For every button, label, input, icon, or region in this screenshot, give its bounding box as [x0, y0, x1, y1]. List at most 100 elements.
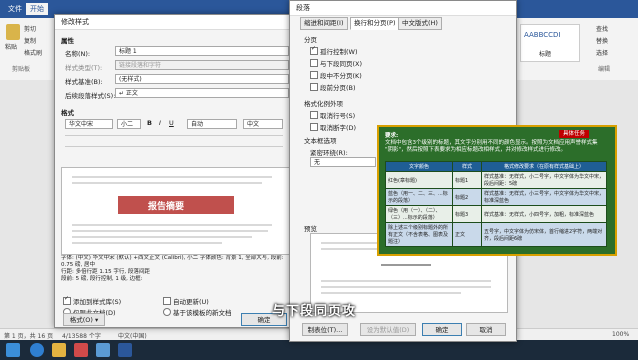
edge-icon[interactable] — [30, 343, 44, 357]
italic-button[interactable]: I — [159, 119, 161, 127]
style-preview: 报告摘要 — [61, 167, 291, 255]
following-style-select[interactable]: ↵ 正文 — [115, 88, 289, 98]
cell: 五号字，中文字体为仿宋体，首行缩进2字符，两端对齐，段后间距6磅 — [481, 222, 607, 247]
name-input[interactable]: 标题 1 — [115, 46, 289, 56]
header-style: 样式 — [452, 161, 482, 172]
name-label: 名称(N): — [65, 50, 91, 58]
cell: 除上述三个级别标题外的所有正文（不含表格、图表及题注） — [385, 222, 453, 247]
tab-line-page-breaks[interactable]: 换行和分页(P) — [350, 17, 400, 30]
cell: 标题3 — [452, 205, 482, 223]
cell: 标题2 — [452, 188, 482, 206]
zoom-level[interactable]: 100% — [612, 331, 629, 338]
paste-icon[interactable] — [6, 24, 20, 40]
taskbar — [0, 340, 638, 360]
format-menu-button[interactable]: 格式(O) ▾ — [63, 313, 105, 326]
cut-button[interactable]: 剪切 — [24, 24, 36, 33]
preview-line — [72, 242, 222, 244]
cell: 样式基准：无样式，小二号字，中文字体为华文中宋，段后间距：5磅 — [481, 171, 607, 189]
widow-control-checkbox[interactable] — [310, 45, 318, 55]
preview-line — [321, 292, 461, 294]
page-break-before-checkbox[interactable] — [310, 83, 318, 91]
paste-button[interactable]: 粘贴 — [5, 42, 17, 51]
type-label: 样式类型(T): — [65, 64, 103, 72]
dont-hyphenate-checkbox[interactable] — [310, 123, 318, 131]
add-to-gallery-checkbox[interactable] — [63, 295, 71, 305]
style-gallery[interactable]: AABBCCDI 标题 — [520, 24, 580, 62]
type-select: 链接段落和字符 — [115, 60, 289, 70]
header-requirement: 格式修改要求（在原有样式基础上） — [481, 161, 607, 172]
app-icon[interactable] — [74, 343, 88, 357]
set-default-button[interactable]: 设为默认值(D) — [360, 323, 416, 336]
folder-icon[interactable] — [52, 343, 66, 357]
style-description: 字体: (中文) 华文中宋 (默认) +西文正文 (Calibri), 小二 字… — [61, 255, 284, 282]
textbox-options-heading: 文本框选项 — [304, 137, 337, 145]
tab-indent-spacing[interactable]: 缩进和间距(I) — [300, 17, 348, 30]
widow-control-label: 孤行控制(W) — [320, 48, 358, 56]
page-count[interactable]: 第 1 页，共 16 页 — [4, 331, 53, 340]
based-on-select[interactable]: (无样式) — [115, 74, 289, 84]
keep-with-next-checkbox[interactable] — [310, 59, 318, 67]
pagination-heading: 分页 — [304, 36, 317, 44]
underline-button[interactable]: U — [169, 119, 174, 127]
style-sample: AABBCCDI — [524, 31, 561, 39]
tab-home[interactable]: 开始 — [26, 3, 48, 15]
cell: 红色(章标题) — [385, 171, 453, 189]
preview-line — [72, 230, 268, 232]
task-badge: 具体任务 — [559, 130, 590, 138]
tab-asian-typography[interactable]: 中文版式(H) — [398, 17, 442, 30]
formatting-exceptions-heading: 格式化例外项 — [304, 100, 343, 108]
bold-button[interactable]: B — [147, 119, 152, 127]
alignment-toolbar[interactable] — [65, 135, 283, 147]
language-status[interactable]: 中文(中国) — [118, 331, 147, 340]
tabs-button[interactable]: 制表位(T)... — [302, 323, 348, 336]
word-icon[interactable] — [118, 343, 132, 357]
table-row: 除上述三个级别标题外的所有正文（不含表格、图表及题注） 正文 五号字，中文字体为… — [385, 222, 607, 247]
preview-line — [381, 264, 431, 266]
suppress-line-numbers-checkbox[interactable] — [310, 111, 318, 119]
color-select[interactable]: 自动 — [187, 119, 237, 129]
requirement-panel: 要求: 具体任务 文档中包含3个级别的标题，其文字分别用不同的颜色显示。按照为文… — [377, 125, 617, 256]
copy-button[interactable]: 复制 — [24, 36, 36, 45]
new-doc-label: 基于该模板的新文档 — [173, 309, 232, 317]
format-heading: 格式 — [61, 109, 74, 117]
find-button[interactable]: 查找 — [596, 24, 608, 33]
auto-update-label: 自动更新(U) — [173, 298, 209, 306]
start-icon[interactable] — [6, 343, 20, 357]
tight-wrap-select[interactable]: 无 — [310, 157, 376, 167]
cancel-button[interactable]: 取消 — [466, 323, 506, 336]
cell: 蓝色（用一、二、三、...标示的段落） — [385, 188, 453, 206]
word-count[interactable]: 4/13588 个字 — [62, 331, 101, 340]
new-doc-radio[interactable] — [163, 308, 171, 316]
clipboard-group-label: 剪贴板 — [12, 66, 31, 73]
keep-lines-together-label: 段中不分页(K) — [320, 72, 362, 80]
preview-line — [321, 286, 491, 288]
tight-wrap-label: 紧密环绕(R): — [310, 149, 348, 157]
dialog-title: 段落 — [290, 1, 516, 16]
edit-group-label: 编辑 — [598, 66, 611, 73]
size-select[interactable]: 小二 — [117, 119, 141, 129]
preview-line — [72, 176, 272, 178]
requirement-text: 文档中包含3个级别的标题，其文字分别用不同的颜色显示。按照为文档应用声誉样式集 … — [385, 140, 598, 153]
preview-line — [72, 182, 262, 184]
keep-lines-together-checkbox[interactable] — [310, 71, 318, 79]
dont-hyphenate-label: 取消断字(D) — [320, 124, 357, 132]
replace-button[interactable]: 替换 — [596, 36, 608, 45]
page-break-before-label: 段前分页(B) — [320, 84, 356, 92]
format-painter-button[interactable]: 格式刷 — [24, 48, 42, 57]
select-button[interactable]: 选择 — [596, 48, 608, 57]
font-select[interactable]: 华文中宋 — [65, 119, 113, 129]
auto-update-checkbox[interactable] — [163, 297, 171, 305]
language-select[interactable]: 中文 — [243, 119, 283, 129]
app2-icon[interactable] — [96, 343, 110, 357]
properties-heading: 属性 — [61, 37, 74, 45]
keep-with-next-label: 与下段同页(X) — [320, 60, 363, 68]
video-subtitle: 与下段同页攻 — [272, 304, 357, 319]
requirement-title: 要求: — [385, 133, 399, 139]
tab-file[interactable]: 文件 — [4, 3, 26, 15]
cell: 正文 — [452, 222, 482, 247]
requirement-table: 文字颜色 样式 格式修改要求（在原有样式基础上） 红色(章标题) 标题1 样式基… — [385, 161, 607, 247]
based-on-label: 样式基准(B): — [65, 78, 103, 86]
preview-line — [321, 280, 491, 282]
ok-button[interactable]: 确定 — [422, 323, 462, 336]
suppress-line-numbers-label: 取消行号(S) — [320, 112, 356, 120]
